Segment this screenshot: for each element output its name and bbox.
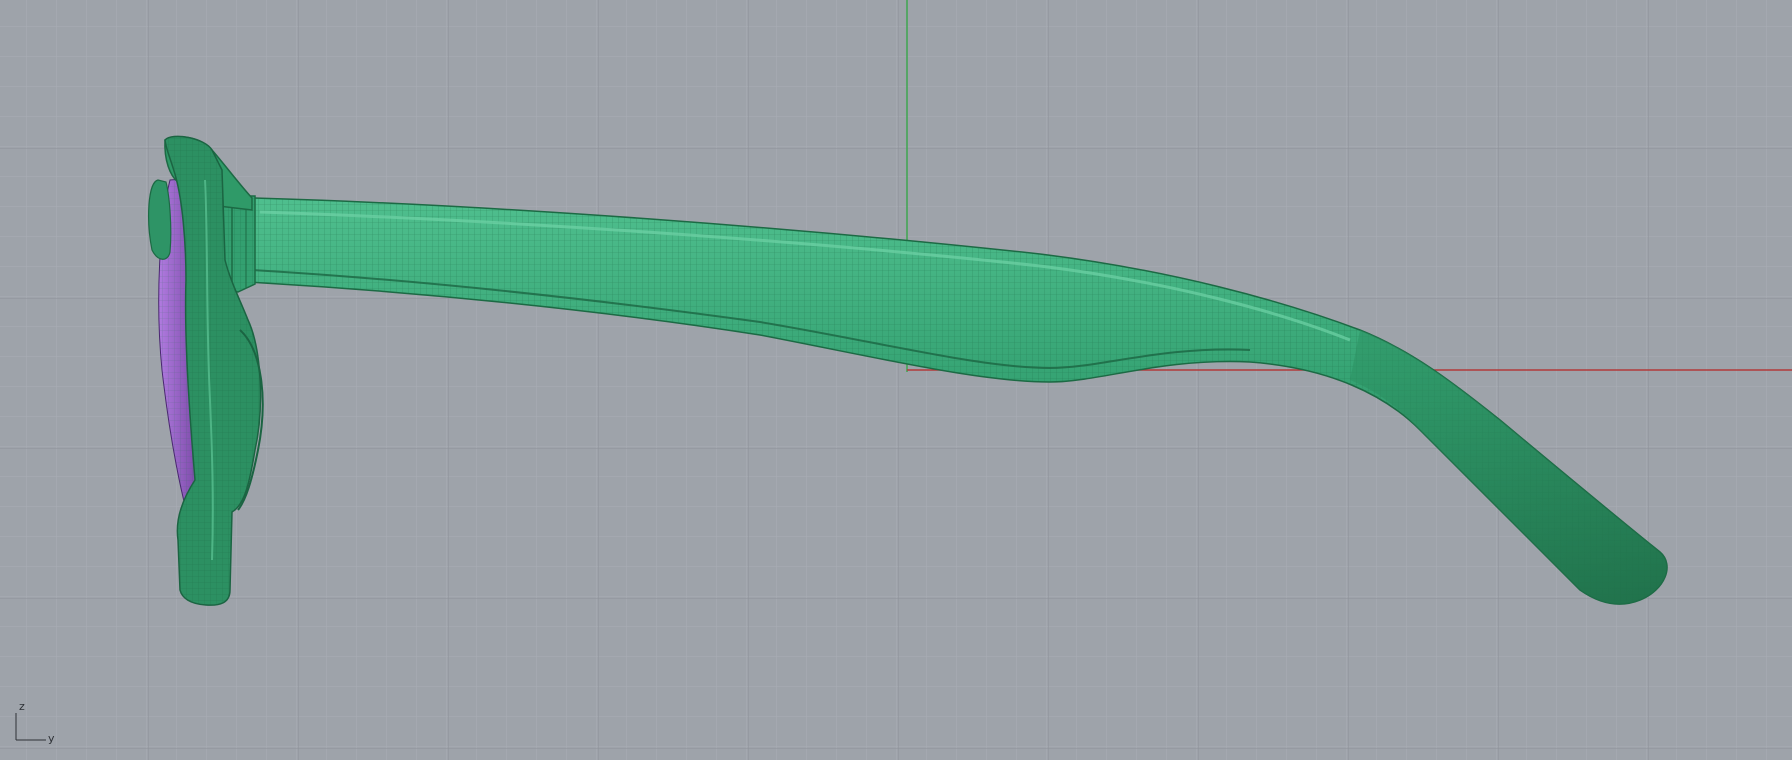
axis-icon-labels: z y [10,700,60,750]
axis-z-label: z [19,700,25,713]
rhino-viewport-right[interactable]: z y [0,0,1792,760]
construction-grid [0,0,1792,760]
axis-y-label: y [48,732,55,745]
viewport-canvas[interactable] [0,0,1792,760]
